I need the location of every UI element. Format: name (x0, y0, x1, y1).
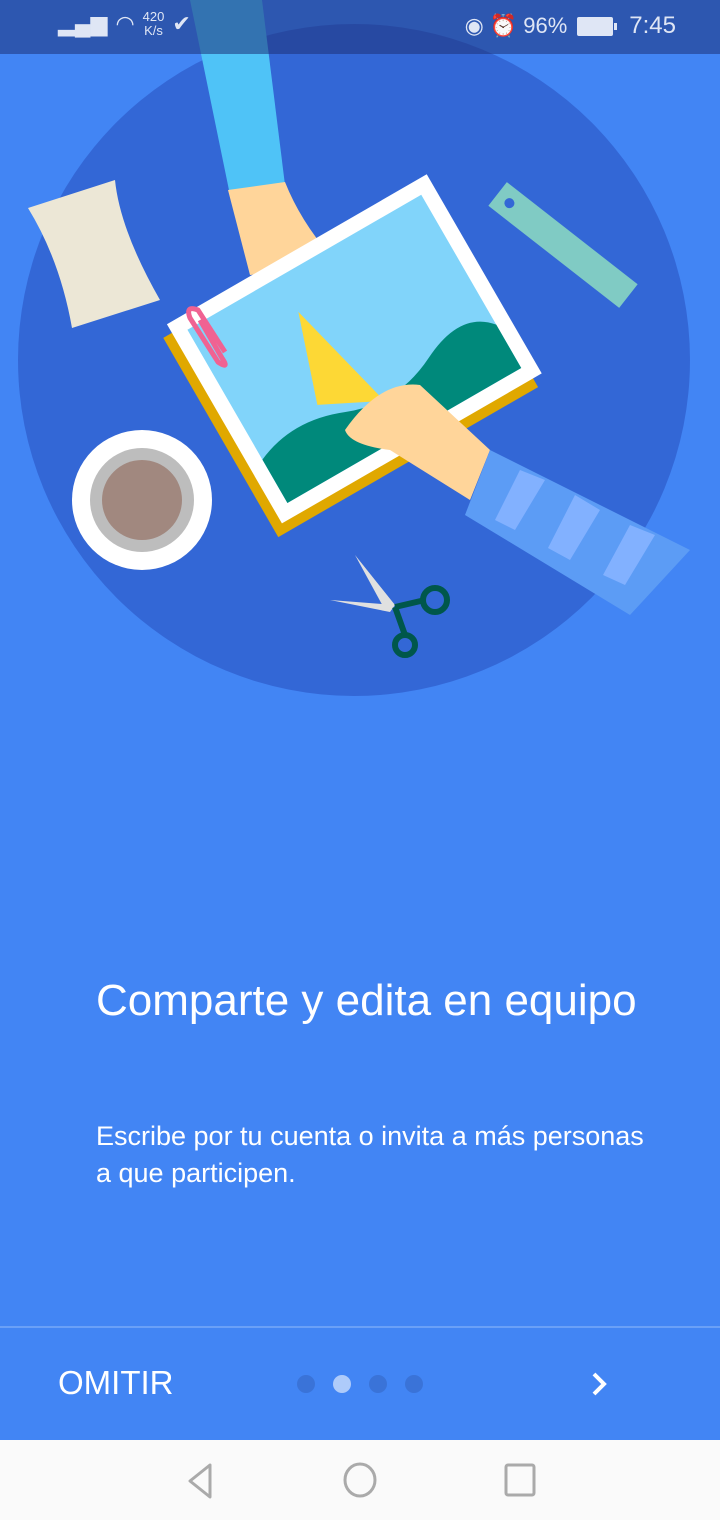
page-dot-3 (369, 1375, 387, 1393)
network-speed: 420 K/s (142, 9, 165, 38)
next-button[interactable] (582, 1362, 622, 1406)
onboarding-title: Comparte y edita en equipo (96, 976, 637, 1025)
recents-button[interactable] (500, 1460, 540, 1500)
page-dot-2-active (333, 1375, 351, 1393)
wifi-icon: ◠ (115, 11, 135, 36)
page-dot-4 (405, 1375, 423, 1393)
eye-comfort-icon: ◉ (464, 13, 484, 38)
coffee-cup (72, 430, 212, 570)
alarm-icon: ⏰ (489, 13, 518, 38)
chevron-right-icon (592, 1372, 607, 1396)
sync-check-icon: ✔ (172, 11, 191, 36)
battery-percent: 96% (523, 13, 568, 38)
clock: 7:45 (629, 12, 676, 39)
back-triangle-icon (188, 1463, 212, 1499)
navigation-bar (0, 1440, 720, 1520)
back-button[interactable] (180, 1460, 220, 1500)
page-indicator (297, 1375, 423, 1393)
home-circle-icon (343, 1462, 377, 1498)
onboarding-description: Escribe por tu cuenta o invita a más per… (96, 1121, 644, 1188)
page-dot-1 (297, 1375, 315, 1393)
divider (0, 1326, 720, 1328)
skip-button[interactable]: OMITIR (58, 1364, 173, 1402)
battery-icon (577, 16, 618, 36)
recents-square-icon (504, 1463, 536, 1497)
onboarding-illustration (18, 0, 690, 696)
status-bar: ▂▄▆ ◠ 420 K/s ✔ ◉ ⏰ 96% 7:45 (0, 0, 720, 54)
signal-icon: ▂▄▆ (58, 11, 108, 36)
home-button[interactable] (340, 1460, 380, 1500)
